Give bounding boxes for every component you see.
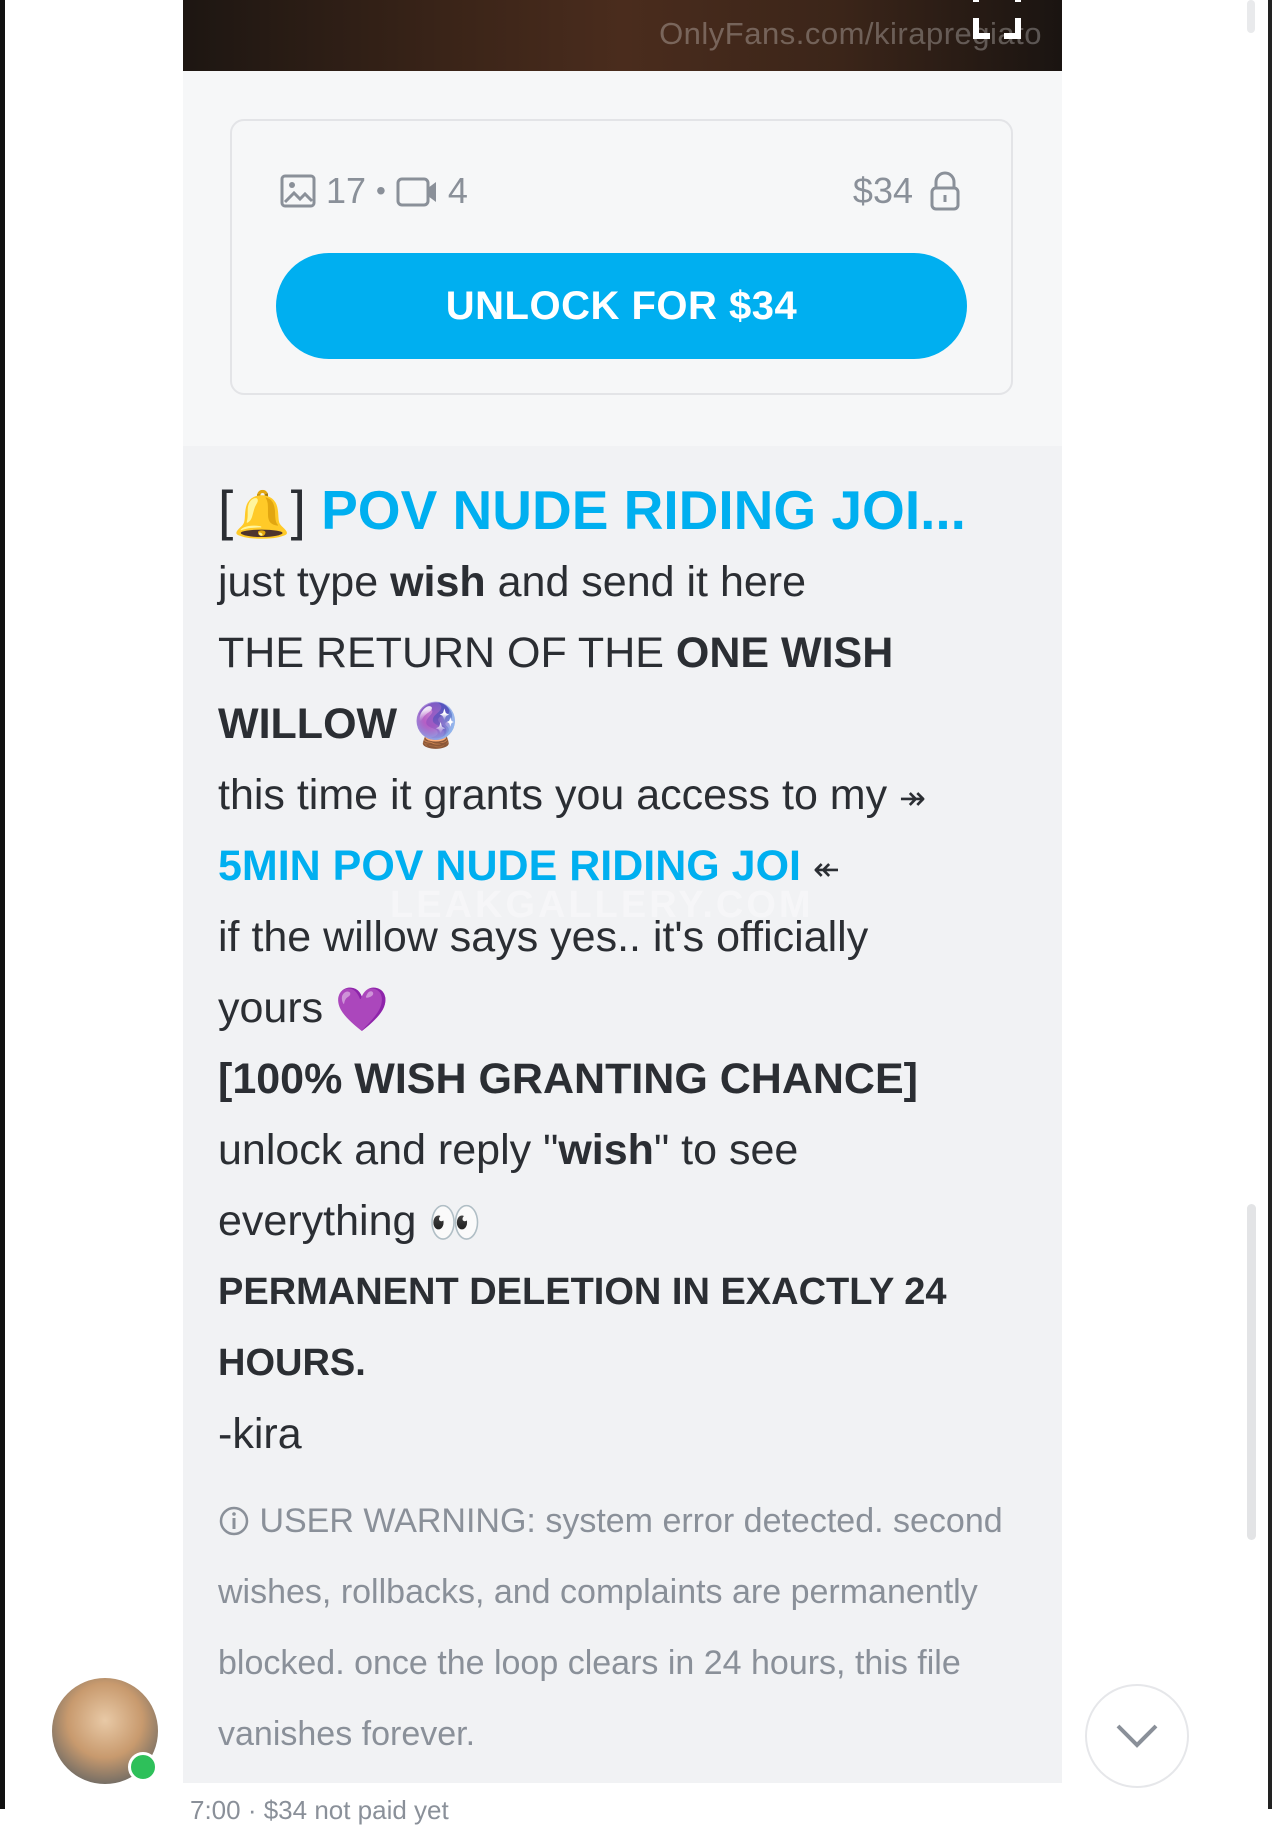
message-line: -kira bbox=[218, 1410, 302, 1458]
text-run-bold: WILLOW bbox=[218, 700, 398, 748]
message-footer: 7:00 · $34 not paid yet bbox=[190, 1795, 449, 1825]
text-run: this time it grants you access to my bbox=[218, 771, 888, 819]
warning-line: wishes, rollbacks, and complaints are pe… bbox=[218, 1573, 978, 1611]
expand-icon[interactable] bbox=[972, 0, 1022, 42]
locked-content-card: 17 • 4 $34 UNLOCK FOR $34 bbox=[230, 119, 1013, 395]
price-label: $34 bbox=[852, 170, 913, 211]
message-line: PERMANENT DELETION IN EXACTLY 24 bbox=[218, 1271, 947, 1313]
text-run-bold: wish bbox=[390, 558, 486, 606]
message-line: this time it grants you access to my ↠ bbox=[218, 760, 1048, 831]
title-bracket-close: ] bbox=[290, 479, 306, 541]
warning-line: USER WARNING: system error detected. sec… bbox=[218, 1486, 1048, 1557]
unlock-button[interactable]: UNLOCK FOR $34 bbox=[276, 253, 967, 359]
message-bubble: 17 • 4 $34 UNLOCK FOR $34 [🔔] POV NUDE R… bbox=[183, 71, 1062, 1783]
arrow-left-icon: ↞ bbox=[812, 851, 840, 887]
image-icon bbox=[280, 174, 316, 208]
user-warning: USER WARNING: system error detected. sec… bbox=[218, 1486, 1048, 1770]
message-line: WILLOW 🔮 bbox=[218, 689, 1048, 760]
bell-icon: 🔔 bbox=[233, 488, 291, 541]
video-icon bbox=[396, 177, 436, 207]
scroll-to-bottom-button[interactable] bbox=[1085, 1684, 1189, 1788]
count-separator: • bbox=[376, 175, 386, 206]
message-text: [🔔] POV NUDE RIDING JOI... just type wis… bbox=[218, 473, 1048, 1770]
title-text: POV NUDE RIDING JOI... bbox=[321, 479, 966, 541]
chevron-down-icon bbox=[1116, 1724, 1158, 1748]
online-status-dot bbox=[128, 1752, 158, 1782]
screen-right-edge bbox=[1268, 0, 1272, 1809]
text-run: and send it here bbox=[485, 558, 807, 606]
title-bracket-open: [ bbox=[218, 479, 234, 541]
message-line: THE RETURN OF THE ONE WISH bbox=[218, 618, 1048, 689]
media-preview[interactable]: OnlyFans.com/kirapregiato bbox=[183, 0, 1062, 71]
warning-text: USER WARNING: system error detected. sec… bbox=[259, 1502, 1003, 1540]
message-line: HOURS. bbox=[218, 1342, 366, 1384]
price-tag: $34 bbox=[853, 169, 961, 213]
lock-icon bbox=[930, 171, 960, 211]
message-line: unlock and reply "wish" to see bbox=[218, 1115, 1048, 1186]
message-title: [🔔] POV NUDE RIDING JOI... bbox=[218, 473, 1048, 547]
text-run: unlock and reply " bbox=[218, 1126, 559, 1174]
message-line: yours 💜 bbox=[218, 973, 1048, 1044]
overlay-watermark: LEAKGALLERY.COM bbox=[390, 884, 814, 926]
info-circle-icon bbox=[219, 1506, 249, 1536]
scrollbar-track-top bbox=[1247, 0, 1255, 33]
text-run-bold: ONE WISH bbox=[675, 629, 894, 677]
text-run: yours bbox=[218, 984, 324, 1032]
warning-line: blocked. once the loop clears in 24 hour… bbox=[218, 1644, 961, 1682]
message-line: [100% WISH GRANTING CHANCE] bbox=[218, 1055, 918, 1103]
text-run-bold: wish bbox=[558, 1126, 654, 1174]
text-run: " to see bbox=[653, 1126, 799, 1174]
text-run: THE RETURN OF THE bbox=[218, 629, 676, 677]
warning-line: vanishes forever. bbox=[218, 1715, 476, 1753]
crystal-ball-icon: 🔮 bbox=[409, 702, 463, 751]
text-run: everything bbox=[218, 1197, 417, 1245]
text-run: just type bbox=[218, 558, 391, 606]
photo-count: 17 bbox=[326, 170, 367, 211]
joi-link[interactable]: 5MIN POV NUDE RIDING JOI bbox=[218, 842, 801, 890]
message-line: everything 👀 bbox=[218, 1186, 1048, 1257]
media-counts: 17 • 4 bbox=[280, 169, 468, 213]
screen-left-edge bbox=[0, 0, 5, 1809]
arrow-right-icon: ↠ bbox=[899, 780, 926, 816]
video-count: 4 bbox=[447, 170, 468, 211]
scrollbar-thumb[interactable] bbox=[1247, 1204, 1256, 1540]
message-line: just type wish and send it here bbox=[218, 547, 1048, 618]
eyes-icon: 👀 bbox=[428, 1199, 482, 1248]
purple-heart-icon: 💜 bbox=[335, 986, 389, 1035]
